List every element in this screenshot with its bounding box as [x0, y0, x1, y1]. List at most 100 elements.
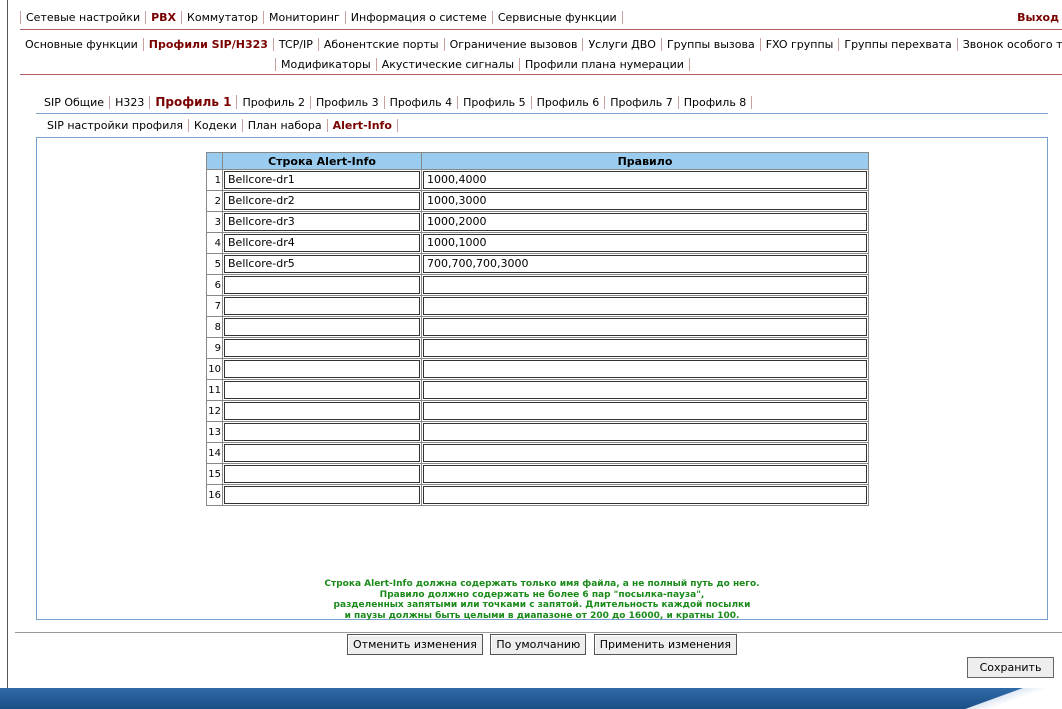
sub-menu-item-1[interactable]: Основные функции — [20, 38, 144, 51]
sub-menu-row2-item-2[interactable]: Акустические сигналы — [377, 58, 520, 71]
exit-link[interactable]: Выход — [1017, 11, 1059, 24]
apply-changes-button[interactable]: Применить изменения — [593, 634, 737, 655]
sub-menu-item-9[interactable]: Группы перехвата — [839, 38, 958, 51]
sub-tab-2[interactable]: Кодеки — [189, 119, 243, 132]
rule-input[interactable] — [423, 402, 867, 420]
rule-header: Правило — [422, 153, 868, 169]
alert-string-input[interactable]: Bellcore-dr5 — [224, 255, 420, 273]
tab-profile-1[interactable]: SIP Общие — [39, 95, 111, 109]
top-menu-item-4[interactable]: Мониторинг — [264, 10, 346, 24]
alert-string-input[interactable]: Bellcore-dr2 — [224, 192, 420, 210]
sub-tab-4[interactable]: Alert-Info — [328, 119, 398, 132]
rule-input[interactable]: 1000,1000 — [423, 234, 867, 252]
rule-input[interactable] — [423, 486, 867, 504]
alert-string-input[interactable] — [224, 297, 420, 315]
alert-string-input[interactable] — [224, 465, 420, 483]
rule-input[interactable] — [423, 339, 867, 357]
sub-menu-item-10[interactable]: Звонок особого типа — [958, 38, 1062, 51]
footer-decoration — [942, 688, 1062, 709]
tab-profile-5[interactable]: Профиль 3 — [311, 95, 385, 109]
alert-string-input[interactable] — [224, 381, 420, 399]
alert-info-content: Строка Alert-Info Правило 1 Bellcore-dr1 1… — [36, 137, 1048, 655]
row-number: 2 — [207, 191, 222, 211]
top-menu-item-2[interactable]: PBX — [146, 10, 183, 24]
table-row: 6 — [207, 275, 868, 295]
sub-menu-item-2[interactable]: Профили SIP/H323 — [144, 38, 274, 51]
alert-string-cell: Bellcore-dr4 — [223, 233, 421, 253]
tab-profile-9[interactable]: Профиль 7 — [605, 95, 679, 109]
alert-string-input[interactable] — [224, 444, 420, 462]
alert-string-input[interactable] — [224, 339, 420, 357]
table-row: 15 — [207, 464, 868, 484]
top-menu-item-1[interactable]: Сетевые настройки — [20, 10, 147, 24]
alert-string-cell — [223, 464, 421, 484]
table-row: 8 — [207, 317, 868, 337]
rule-input[interactable] — [423, 444, 867, 462]
top-menu-item-5[interactable]: Информация о системе — [346, 10, 493, 24]
rule-input[interactable] — [423, 465, 867, 483]
table-row: 9 — [207, 338, 868, 358]
tab-profile-7[interactable]: Профиль 5 — [458, 95, 532, 109]
alert-string-input[interactable] — [224, 360, 420, 378]
alert-string-cell — [223, 338, 421, 358]
row-number: 3 — [207, 212, 222, 232]
rule-input[interactable]: 700,700,700,3000 — [423, 255, 867, 273]
row-number: 10 — [207, 359, 222, 379]
rule-input[interactable]: 1000,3000 — [423, 192, 867, 210]
sub-menu-item-6[interactable]: Услуги ДВО — [583, 38, 662, 51]
alert-string-input[interactable]: Bellcore-dr1 — [224, 171, 420, 189]
default-button[interactable]: По умолчанию — [490, 634, 587, 655]
rule-input[interactable] — [423, 423, 867, 441]
tab-profile-4[interactable]: Профиль 2 — [237, 95, 312, 109]
alert-string-input[interactable] — [224, 276, 420, 294]
alert-string-input[interactable] — [224, 402, 420, 420]
rule-input[interactable]: 1000,4000 — [423, 171, 867, 189]
rule-input[interactable] — [423, 381, 867, 399]
tab-profile-2[interactable]: H323 — [110, 95, 151, 109]
rule-input[interactable]: 1000,2000 — [423, 213, 867, 231]
rule-cell: 1000,1000 — [422, 233, 868, 253]
rule-input[interactable] — [423, 276, 867, 294]
row-number: 6 — [207, 275, 222, 295]
alert-string-input[interactable] — [224, 486, 420, 504]
rule-cell — [422, 359, 868, 379]
tab-profile-6[interactable]: Профиль 4 — [385, 95, 459, 109]
top-menu-item-6[interactable]: Сервисные функции — [493, 10, 623, 24]
table-row: 14 — [207, 443, 868, 463]
alert-string-cell — [223, 443, 421, 463]
rule-cell — [422, 317, 868, 337]
alert-string-input[interactable]: Bellcore-dr4 — [224, 234, 420, 252]
tab-profile-10[interactable]: Профиль 8 — [679, 95, 753, 109]
profile-tabs: SIP Общие H323 Профиль 1 Профиль 2 Профиль 3… — [39, 93, 753, 111]
sub-tab-3[interactable]: План набора — [243, 119, 328, 132]
rule-cell — [422, 485, 868, 505]
row-number: 12 — [207, 401, 222, 421]
sub-menu-row2-item-1[interactable]: Модификаторы — [275, 58, 377, 71]
rule-input[interactable] — [423, 318, 867, 336]
help-note: Строка Alert-Info должна содержать тольк… — [37, 579, 1047, 621]
table-row: 7 — [207, 296, 868, 316]
sub-menu-row2-item-3[interactable]: Профили плана нумерации — [520, 58, 690, 71]
cancel-changes-button[interactable]: Отменить изменения — [347, 634, 483, 655]
top-menu-item-3[interactable]: Коммутатор — [182, 10, 264, 24]
rule-cell: 700,700,700,3000 — [422, 254, 868, 274]
sub-menu-item-4[interactable]: Абонентские порты — [319, 38, 445, 51]
sub-menu-item-3[interactable]: TCP/IP — [274, 38, 319, 51]
rule-input[interactable] — [423, 297, 867, 315]
sub-menu-item-8[interactable]: FXO группы — [761, 38, 840, 51]
sub-menu-divider — [20, 74, 1062, 75]
sub-menu-item-7[interactable]: Группы вызова — [662, 38, 761, 51]
row-number: 13 — [207, 422, 222, 442]
save-button[interactable]: Сохранить — [967, 657, 1054, 678]
alert-string-input[interactable] — [224, 318, 420, 336]
alert-string-input[interactable]: Bellcore-dr3 — [224, 213, 420, 231]
sub-menu-item-5[interactable]: Ограничение вызовов — [445, 38, 584, 51]
table-row: 11 — [207, 380, 868, 400]
rule-input[interactable] — [423, 360, 867, 378]
sub-tab-1[interactable]: SIP настройки профиля — [42, 119, 190, 132]
rule-cell: 1000,3000 — [422, 191, 868, 211]
tab-profile-8[interactable]: Профиль 6 — [532, 95, 606, 109]
tab-profile-3[interactable]: Профиль 1 — [150, 95, 238, 109]
rule-cell — [422, 380, 868, 400]
alert-string-input[interactable] — [224, 423, 420, 441]
